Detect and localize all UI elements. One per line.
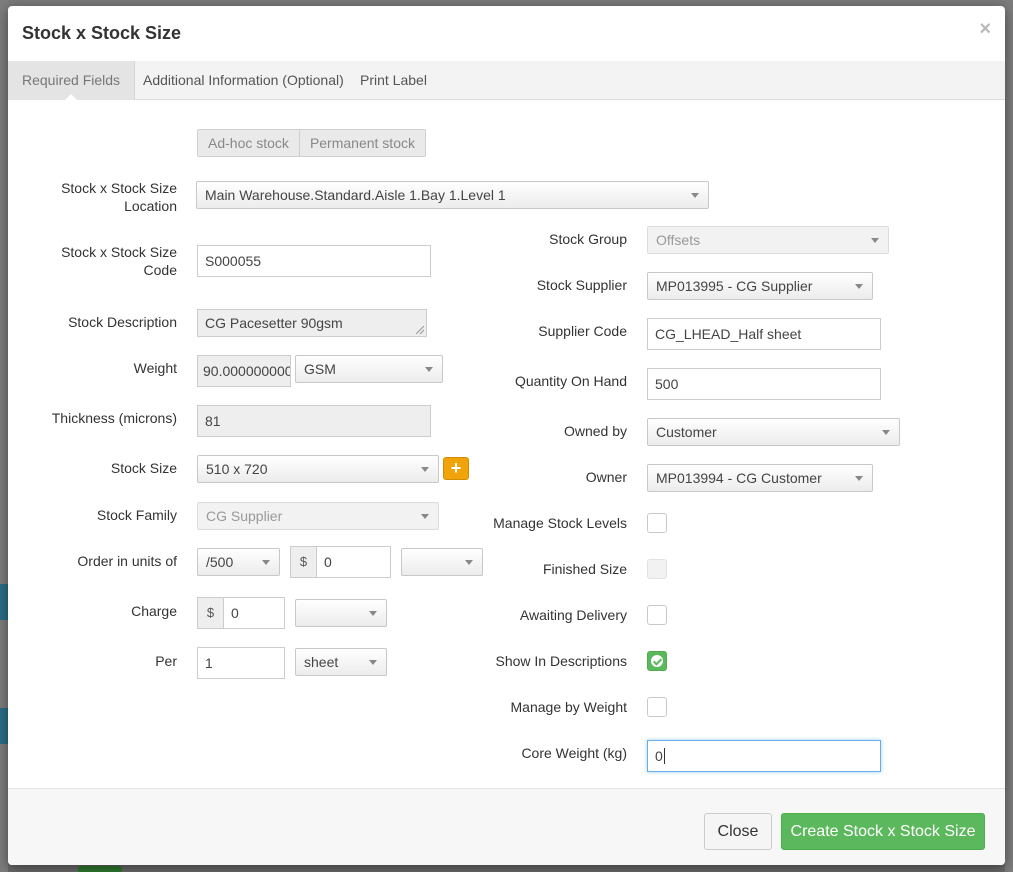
owner-label: Owner (585, 469, 627, 485)
chevron-down-icon (421, 514, 429, 519)
charge-currency-addon: $ (197, 597, 224, 629)
location-select[interactable]: Main Warehouse.Standard.Aisle 1.Bay 1.Le… (196, 181, 709, 209)
per-label: Per (155, 653, 177, 669)
chevron-down-icon (691, 193, 699, 198)
chevron-down-icon (882, 430, 890, 435)
chevron-down-icon (369, 611, 377, 616)
stock-group-select[interactable]: Offsets (647, 226, 889, 254)
dialog-title: Stock x Stock Size (22, 23, 182, 43)
stock-size-select[interactable]: 510 x 720 (197, 455, 439, 483)
per-input[interactable]: 1 (197, 647, 285, 679)
create-stock-size-button[interactable]: Create Stock x Stock Size (781, 813, 985, 850)
text-cursor (663, 748, 665, 764)
adhoc-stock-button[interactable]: Ad-hoc stock (198, 130, 299, 156)
weight-input[interactable]: 90.0000000000 (197, 355, 291, 387)
finished-size-label: Finished Size (542, 561, 627, 577)
chevron-down-icon (421, 467, 429, 472)
add-stock-size-button[interactable]: + (443, 457, 469, 480)
quantity-input[interactable]: 500 (647, 368, 881, 400)
stock-family-select[interactable]: CG Supplier (197, 502, 439, 530)
weight-unit-select[interactable]: GSM (295, 355, 443, 383)
code-input[interactable]: S000055 (197, 245, 431, 277)
chevron-down-icon (369, 660, 377, 665)
quantity-label: Quantity On Hand (514, 373, 627, 389)
charge-unit-select[interactable] (295, 599, 387, 627)
stock-size-dialog: Stock x Stock Size × Required Fields Add… (8, 6, 1005, 865)
plus-icon: + (450, 458, 462, 478)
order-price-input[interactable]: 0 (316, 546, 391, 578)
weight-label: Weight (133, 360, 177, 376)
per-unit-select[interactable]: sheet (295, 648, 387, 676)
chevron-down-icon (262, 560, 270, 565)
manage-by-weight-label: Manage by Weight (510, 699, 627, 715)
stock-supplier-label: Stock Supplier (536, 277, 627, 293)
awaiting-delivery-checkbox[interactable] (647, 605, 667, 625)
owned-by-select[interactable]: Customer (647, 418, 900, 446)
owner-select[interactable]: MP013994 - CG Customer (647, 464, 873, 492)
thickness-input[interactable]: 81 (197, 405, 431, 437)
background-app-header-stripe (0, 584, 8, 620)
awaiting-delivery-label: Awaiting Delivery (519, 607, 627, 623)
manage-stock-levels-checkbox[interactable] (647, 513, 667, 533)
stock-type-toggle: Ad-hoc stock Permanent stock (197, 129, 426, 157)
close-icon[interactable]: × (979, 19, 991, 39)
thickness-label: Thickness (microns) (51, 410, 177, 426)
show-in-descriptions-label: Show In Descriptions (495, 653, 627, 669)
dialog-footer: Close Create Stock x Stock Size (8, 788, 1005, 865)
dialog-body: Ad-hoc stock Permanent stock Stock x Sto… (8, 100, 1005, 790)
stock-group-label: Stock Group (549, 231, 627, 247)
chevron-down-icon (855, 284, 863, 289)
finished-size-checkbox[interactable] (647, 559, 667, 579)
core-weight-label: Core Weight (kg) (521, 745, 627, 761)
tab-print-label[interactable]: Print Label (346, 61, 441, 100)
permanent-stock-button[interactable]: Permanent stock (298, 130, 425, 156)
background-app-button (78, 866, 122, 872)
supplier-code-input[interactable]: CG_LHEAD_Half sheet (647, 318, 881, 350)
manage-stock-levels-label: Manage Stock Levels (493, 515, 627, 531)
stock-family-label: Stock Family (96, 507, 177, 523)
location-label: Stock x Stock Size Location (61, 180, 177, 214)
charge-input[interactable]: 0 (223, 597, 285, 629)
background-app-header-stripe (0, 708, 8, 744)
close-button[interactable]: Close (704, 813, 772, 850)
manage-by-weight-checkbox[interactable] (647, 697, 667, 717)
stock-size-label: Stock Size (110, 460, 177, 476)
description-label: Stock Description (68, 314, 177, 330)
order-units-label: Order in units of (77, 553, 177, 569)
background-app-right (1005, 0, 1013, 872)
dialog-header: Stock x Stock Size × (8, 6, 1005, 62)
chevron-down-icon (425, 367, 433, 372)
order-currency-addon: $ (290, 546, 317, 578)
resize-handle-icon[interactable] (416, 326, 424, 334)
show-in-descriptions-checkbox[interactable] (647, 651, 667, 671)
code-label: Stock x Stock Size Code (61, 244, 177, 278)
stock-supplier-select[interactable]: MP013995 - CG Supplier (647, 272, 873, 300)
tab-additional-information[interactable]: Additional Information (Optional) (129, 61, 358, 100)
supplier-code-label: Supplier Code (538, 323, 627, 339)
description-textarea[interactable]: CG Pacesetter 90gsm (197, 309, 427, 337)
chevron-down-icon (871, 238, 879, 243)
order-price-unit-select[interactable] (401, 548, 483, 576)
check-icon (651, 655, 663, 667)
owned-by-label: Owned by (563, 423, 627, 439)
chevron-down-icon (855, 476, 863, 481)
charge-label: Charge (131, 603, 177, 619)
tab-bar: Required Fields Additional Information (… (8, 61, 1005, 101)
order-units-select[interactable]: /500 (197, 548, 280, 576)
chevron-down-icon (465, 560, 473, 565)
tab-required-fields[interactable]: Required Fields (8, 61, 136, 101)
core-weight-input[interactable]: 0 (647, 740, 881, 772)
